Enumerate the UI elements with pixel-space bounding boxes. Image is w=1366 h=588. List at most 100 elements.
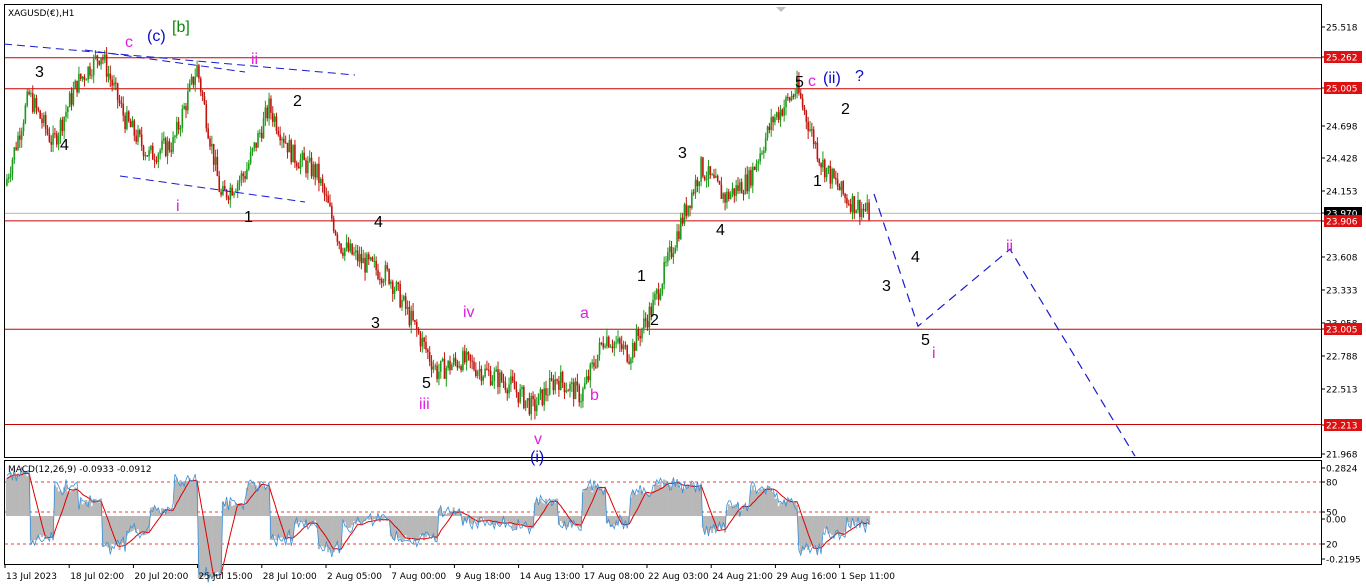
candle-body [480,368,483,381]
candle-body [166,141,169,157]
candle-body [390,281,392,284]
candle-body [724,193,726,203]
candle-body [209,138,211,147]
candle-body [319,178,322,184]
candle-body [679,217,682,239]
candle-body [133,120,136,136]
candle-body [294,144,296,163]
candle-body [772,117,774,123]
candle-body [497,369,499,388]
candle-body [19,135,21,140]
price-tick-label: 23.333 [1326,287,1358,297]
price-chart[interactable]: 34c (c)[b]iii12435iiiivv(i)ab12345 c (ii) ?2… [0,0,1366,588]
time-tick-label: 9 Aug 18:00 [455,572,510,582]
candle-body [567,390,569,392]
wave-label: c [808,73,816,90]
candle-body [371,257,374,261]
candle-body [827,165,830,168]
candle-body [805,110,808,122]
candle-body [524,400,527,409]
candle-body [283,138,285,143]
candle-body [493,371,496,381]
candle-body [812,129,815,145]
candle-body [148,150,150,157]
candle-body [183,106,185,110]
candle-body [244,176,246,179]
candle-body [187,91,189,111]
candle-body [35,98,38,108]
time-tick-label: 25 Jul 15:00 [199,572,253,582]
candle-body [445,367,448,379]
candle-body [297,166,300,169]
wave-label: (c) [147,28,166,45]
candle-body [482,376,485,381]
candle-body [702,157,704,177]
candle-body [607,336,610,348]
candle-body [467,352,470,355]
candle-body [31,93,34,112]
candle-body [582,388,584,402]
candle-body [253,142,256,149]
candle-body [694,179,697,194]
candle-body [750,170,752,186]
candle-body [268,98,270,119]
wave-label: 4 [374,214,383,231]
candle-body [229,187,232,200]
candle-body [726,191,728,203]
candle-body [174,135,176,138]
candle-body [68,93,71,108]
candle-body [598,342,601,355]
wave-label: ? [855,68,864,85]
candle-body [604,346,606,348]
candle-body [511,376,514,382]
candle-body [264,107,267,119]
candle-body [783,107,785,116]
candle-body [715,175,717,178]
candle-body [401,299,403,308]
candle-body [465,352,468,363]
candle-body [589,364,592,381]
candle-body [20,131,23,140]
candle-body [718,181,721,185]
candle-body [196,65,198,77]
candle-body [15,147,17,150]
candle-body [54,133,56,135]
candle-body [314,164,317,178]
time-tick-label: 22 Aug 03:00 [648,572,709,582]
candle-body [373,260,376,262]
candle-body [844,194,846,198]
candle-body [545,388,547,396]
time-tick-label: 24 Aug 21:00 [712,572,773,582]
candle-body [631,342,634,359]
candle-body [654,293,656,300]
candle-body [513,381,516,390]
candle-body [578,385,581,403]
candle-body [550,378,553,380]
candle-body [849,204,852,212]
candle-body [709,166,712,175]
wave-label: [b] [172,19,190,36]
candle-body [530,395,533,415]
chart-title: XAGUSD(€),H1 [8,9,74,19]
candle-body [240,173,243,180]
candle-body [329,202,331,207]
candle-body [785,97,787,108]
candle-body [323,185,326,195]
candle-body [137,129,139,142]
candle-body [591,362,593,365]
candle-body [203,96,206,105]
candle-body [260,132,263,139]
macd-tick-label: 20 [1326,541,1338,551]
wave-label: (ii) [823,70,841,87]
candle-body [825,167,828,178]
candle-body [218,176,221,192]
candle-body [345,242,348,249]
candle-body [334,231,337,235]
candle-body [703,176,706,180]
wave-label: 5 [921,332,930,349]
candle-body [192,76,195,85]
candle-body [489,371,492,385]
candle-body [740,182,743,194]
candle-body [277,130,280,135]
candle-body [65,111,67,117]
